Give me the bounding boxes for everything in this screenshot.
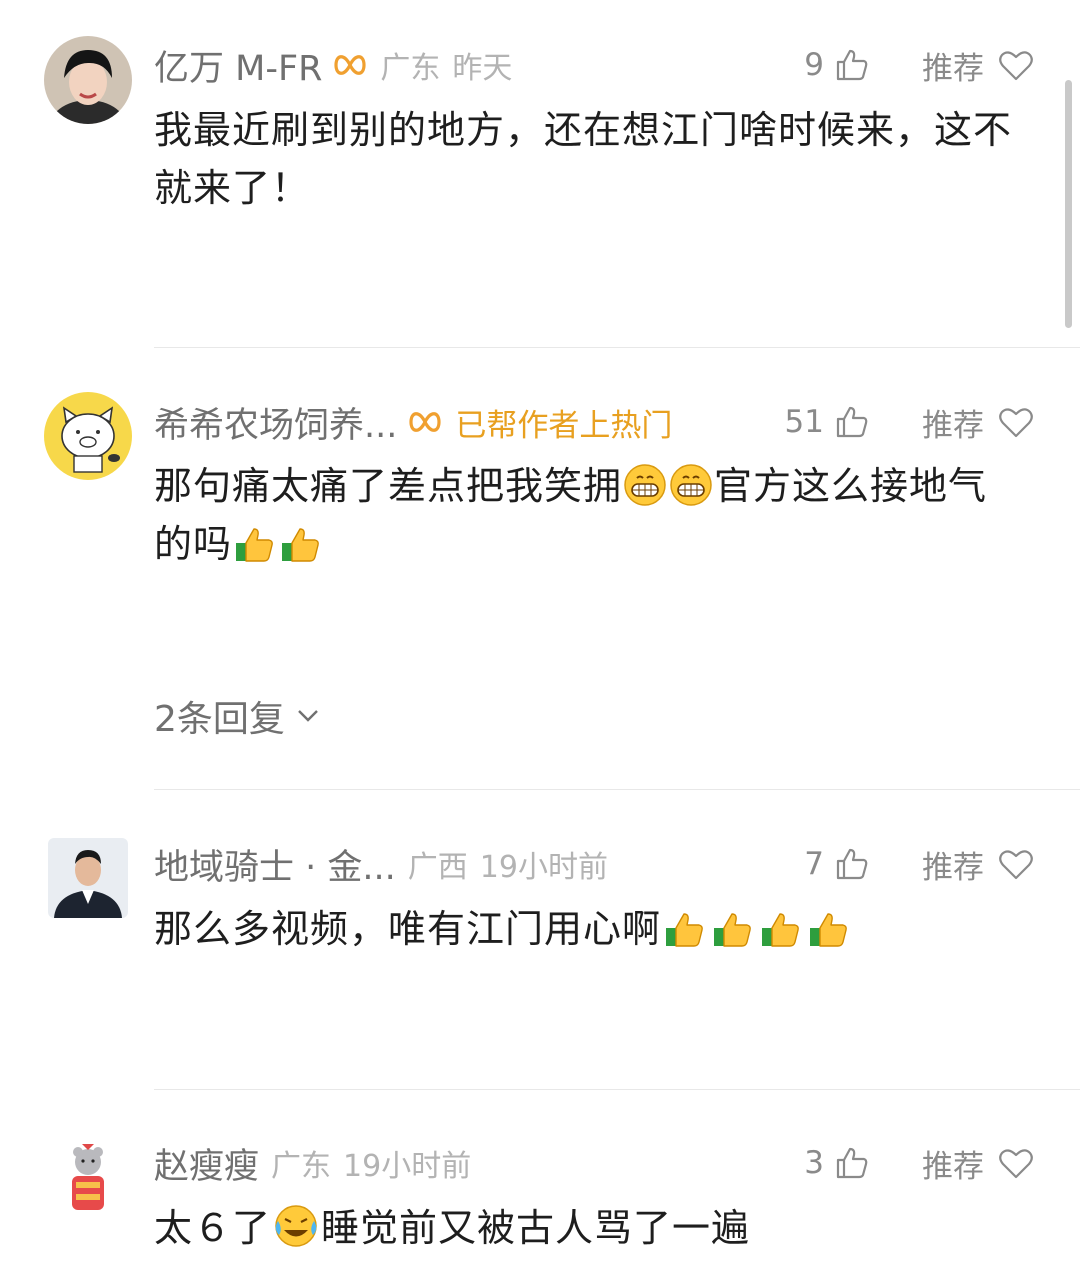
thumbs-up-emoji-icon (232, 523, 278, 565)
recommend-button[interactable]: 推荐 (922, 842, 1034, 886)
heart-outline-icon[interactable] (998, 405, 1034, 439)
infinity-badge-icon (332, 51, 368, 79)
comment-text-part: 睡觉前又被古人骂了一遍 (321, 1206, 751, 1250)
heart-outline-icon[interactable] (998, 1146, 1034, 1180)
location: 广东 (271, 1149, 332, 1184)
thumbs-up-emoji-icon (661, 908, 709, 950)
comment-text: 我最近刷到别的地方，还在想江门啥时候来，这不就来了！ (154, 108, 1013, 210)
thumbs-up-outline-icon[interactable] (834, 404, 870, 440)
like-count: 7 (804, 846, 824, 882)
thumbs-up-emoji-icon (757, 908, 805, 950)
recommend-button[interactable]: 推荐 (922, 1141, 1034, 1185)
heart-outline-icon[interactable] (998, 48, 1034, 82)
timestamp: 19小时前 (343, 1149, 472, 1184)
like-button[interactable]: 7 (804, 842, 870, 886)
recommend-button[interactable]: 推荐 (922, 43, 1034, 87)
divider (154, 1089, 1080, 1090)
comment-text-part: 那么多视频，唯有江门用心啊 (154, 907, 662, 951)
replies-label: 2条回复 (154, 699, 285, 740)
grinning-emoji-icon (668, 463, 714, 507)
recommend-label: 推荐 (922, 50, 984, 87)
location: 广东 (380, 51, 441, 86)
scrollbar[interactable] (1065, 80, 1072, 328)
heart-outline-icon[interactable] (998, 847, 1034, 881)
username[interactable]: 希希农场饲养... (154, 397, 397, 448)
recommend-label: 推荐 (922, 849, 984, 886)
like-button[interactable]: 9 (804, 43, 870, 87)
chevron-down-icon (298, 710, 318, 722)
hot-badge: 已帮作者上热门 (455, 407, 673, 444)
like-button[interactable]: 51 (785, 400, 870, 444)
grinning-emoji-icon (622, 463, 668, 507)
thumbs-up-outline-icon[interactable] (834, 846, 870, 882)
timestamp: 昨天 (452, 51, 513, 86)
expand-replies-button[interactable]: 2条回复 (154, 690, 321, 742)
thumbs-up-outline-icon[interactable] (834, 1145, 870, 1181)
avatar[interactable] (44, 392, 132, 480)
thumbs-up-outline-icon[interactable] (834, 47, 870, 83)
comment-text: 太６了 睡觉前又被古人骂了一遍 (154, 1199, 1024, 1257)
divider (154, 347, 1080, 348)
timestamp: 19小时前 (479, 850, 608, 885)
comment-text-part: 那句痛太痛了差点把我笑拥 (154, 464, 623, 508)
crying-laughing-emoji-icon (271, 1203, 321, 1249)
comment-text: 那句痛太痛了差点把我笑拥 官方这么接地气的吗 (154, 457, 1024, 573)
avatar[interactable] (44, 36, 132, 124)
recommend-label: 推荐 (922, 1148, 984, 1185)
recommend-label: 推荐 (922, 407, 984, 444)
avatar[interactable] (48, 838, 128, 918)
comment-text: 那么多视频，唯有江门用心啊 (154, 900, 1024, 958)
comment-text-part: 太６了 (154, 1206, 272, 1250)
like-button[interactable]: 3 (804, 1141, 870, 1185)
thumbs-up-emoji-icon (278, 523, 324, 565)
username[interactable]: 地域骑士 · 金... (154, 839, 396, 890)
like-count: 3 (804, 1145, 824, 1181)
infinity-badge-icon (407, 408, 443, 436)
like-count: 51 (784, 404, 824, 440)
divider (154, 789, 1080, 790)
thumbs-up-emoji-icon (805, 908, 853, 950)
avatar[interactable] (48, 1138, 128, 1218)
username[interactable]: 亿万 M-FR (154, 40, 322, 91)
thumbs-up-emoji-icon (709, 908, 757, 950)
like-count: 9 (804, 47, 824, 83)
username[interactable]: 赵瘦瘦 (154, 1138, 259, 1189)
location: 广西 (407, 850, 468, 885)
recommend-button[interactable]: 推荐 (922, 400, 1034, 444)
